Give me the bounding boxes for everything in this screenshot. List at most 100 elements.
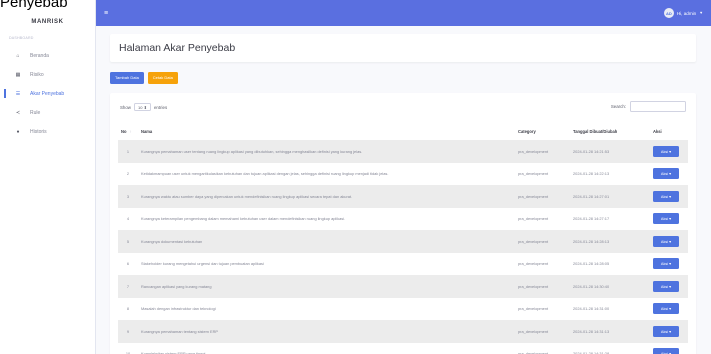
row-actions: Aksi ▾ <box>650 320 688 343</box>
row-category: pra_development <box>518 328 549 334</box>
table-row: 7 Rancangan aplikasi yang kurang matang pr… <box>118 275 688 298</box>
sidebar-item-risiko[interactable]: ▦ Risiko <box>0 65 95 84</box>
row-nama: Ketidakmampuan user untuk mengartikulasi… <box>141 171 389 177</box>
sidebar-item-label: Risiko <box>30 71 44 78</box>
sidebar-item-historis[interactable]: ● Historis <box>0 122 95 141</box>
row-date: 2024-01-28 14:21:53 <box>573 148 610 154</box>
sidebar: MANRISK DASHBOARD ⌂ Beranda ▦ Risiko ☰ Akar P… <box>0 0 96 354</box>
row-date: 2024-01-28 14:28:13 <box>573 238 610 244</box>
entries-control: Show 10 ⬍ entries <box>120 103 167 111</box>
row-category: pra_development <box>518 306 549 312</box>
row-actions: Aksi ▾ <box>650 140 688 163</box>
row-actions: Aksi ▾ <box>650 253 688 276</box>
row-date: 2024-01-28 14:31:13 <box>573 328 610 334</box>
row-actions: Aksi ▾ <box>650 298 688 321</box>
row-date: 2024-01-28 14:22:13 <box>573 171 610 177</box>
row-number: 8 <box>126 306 130 312</box>
table-body: 1 Kurangnya pemahaman user tentang ruang … <box>118 140 688 354</box>
row-number: 9 <box>126 328 130 334</box>
table-row: 3 Kurangnya waktu atau sumber daya yang d… <box>118 185 688 208</box>
row-category: pra_development <box>518 216 549 222</box>
avatar: AD <box>663 8 674 18</box>
user-menu[interactable]: AD Hi, admin ▼ <box>663 8 703 18</box>
table-row: 8 Masalah dengan infrastruktur dan teknol… <box>118 297 688 321</box>
entries-select[interactable]: 10 ⬍ <box>133 103 151 111</box>
row-number: 4 <box>126 216 130 222</box>
table-row: 1 Kurangnya pemahaman user tentang ruang … <box>118 140 688 163</box>
add-data-button[interactable]: Tambah Data <box>110 72 144 84</box>
table-row: 10 Kompleksitas sistem ERP yang tinggi pra… <box>118 342 688 354</box>
print-data-button[interactable]: Cetak Data <box>147 72 178 84</box>
akar-penyebab-table: No ↑ Nama Category Tanggal Dibuat/Diubah … <box>118 123 688 354</box>
search-input[interactable] <box>630 101 686 112</box>
user-greeting: Hi, admin <box>676 10 697 16</box>
row-date: 2024-01-28 14:31:28 <box>573 351 610 354</box>
aksi-dropdown-button[interactable]: Aksi ▾ <box>653 190 679 202</box>
column-header-nama[interactable]: Nama <box>138 123 515 140</box>
share-icon: ≺ <box>15 109 21 116</box>
page-header-card: Halaman Akar Penyebab <box>110 34 696 62</box>
row-category: pra_development <box>518 171 549 177</box>
aksi-dropdown-button[interactable]: Aksi ▾ <box>653 325 679 337</box>
row-number: 6 <box>126 261 130 267</box>
table-row: 4 Kurangnya keterampilan pengembang dalam… <box>118 207 688 230</box>
sidebar-item-label: Historis <box>30 128 47 135</box>
page-title-fragment: Penyebab <box>0 0 68 11</box>
column-header-no[interactable]: No ↑ <box>118 123 138 140</box>
row-date: 2024-01-28 14:27:17 <box>573 216 610 222</box>
user-icon: ● <box>16 128 20 135</box>
column-header-category[interactable]: Category <box>515 123 570 140</box>
aksi-dropdown-button[interactable]: Aksi ▾ <box>653 168 679 180</box>
chevron-down-icon: ▼ <box>699 11 703 15</box>
row-nama: Kompleksitas sistem ERP yang tinggi <box>141 351 206 354</box>
table-row: 5 Kurangnya dokumentasi kebutuhan pra_deve… <box>118 230 688 253</box>
page-title: Halaman Akar Penyebab <box>119 42 236 54</box>
data-table-panel: Show 10 ⬍ entries Search: No ↑ Nama Categ… <box>110 93 696 354</box>
row-category: pra_development <box>518 148 549 154</box>
row-category: pra_development <box>518 238 549 244</box>
home-icon: ⌂ <box>16 52 20 59</box>
row-actions: Aksi ▾ <box>650 185 688 208</box>
aksi-dropdown-button[interactable]: Aksi ▾ <box>653 280 679 292</box>
row-number: 10 <box>125 351 131 354</box>
row-category: pra_development <box>518 193 549 199</box>
entries-label: entries <box>153 104 168 110</box>
aksi-dropdown-button[interactable]: Aksi ▾ <box>653 145 679 157</box>
row-number: 3 <box>126 193 130 199</box>
row-nama: Kurangnya pemahaman tentang sistem ERP <box>141 328 218 334</box>
action-bar: Tambah Data Cetak Data <box>110 72 178 84</box>
row-nama: Rancangan aplikasi yang kurang matang <box>141 283 212 289</box>
row-category: pra_development <box>518 283 549 289</box>
row-number: 1 <box>126 148 130 154</box>
sort-icon: ↑ <box>129 129 132 134</box>
sidebar-section-label: DASHBOARD <box>9 36 34 40</box>
column-header-aksi: Aksi <box>653 129 662 134</box>
row-actions: Aksi ▾ <box>650 275 688 298</box>
aksi-dropdown-button[interactable]: Aksi ▾ <box>653 348 679 354</box>
sidebar-item-rule[interactable]: ≺ Rule <box>0 103 95 122</box>
aksi-dropdown-button[interactable]: Aksi ▾ <box>653 213 679 225</box>
row-actions: Aksi ▾ <box>650 230 688 253</box>
sidebar-item-label: Akar Penyebab <box>30 90 65 97</box>
row-actions: Aksi ▾ <box>650 163 688 186</box>
search-control: Search: <box>611 101 686 112</box>
search-label: Search: <box>610 104 626 109</box>
aksi-dropdown-button[interactable]: Aksi ▾ <box>653 235 679 247</box>
row-number: 7 <box>126 283 130 289</box>
row-date: 2024-01-28 14:27:01 <box>573 193 610 199</box>
aksi-dropdown-button[interactable]: Aksi ▾ <box>653 303 679 315</box>
aksi-dropdown-button[interactable]: Aksi ▾ <box>653 258 679 270</box>
row-date: 2024-01-28 14:28:05 <box>573 261 610 267</box>
row-date: 2024-01-28 14:30:40 <box>573 283 610 289</box>
row-number: 5 <box>126 238 130 244</box>
column-header-date[interactable]: Tanggal Dibuat/Diubah <box>570 123 650 140</box>
table-row: 9 Kurangnya pemahaman tentang sistem ERP p… <box>118 320 688 343</box>
sidebar-item-beranda[interactable]: ⌂ Beranda <box>0 46 95 65</box>
menu-toggle-icon[interactable]: ≡ <box>104 10 108 17</box>
row-category: pra_development <box>518 261 549 267</box>
table-row: 6 Stakeholder kurang mengetahui urgensi d… <box>118 252 688 276</box>
sidebar-item-akar-penyebab[interactable]: ☰ Akar Penyebab <box>0 84 95 103</box>
row-nama: Kurangnya keterampilan pengembang dalam … <box>141 216 346 222</box>
row-number: 2 <box>126 171 130 177</box>
show-label: Show <box>120 104 131 110</box>
